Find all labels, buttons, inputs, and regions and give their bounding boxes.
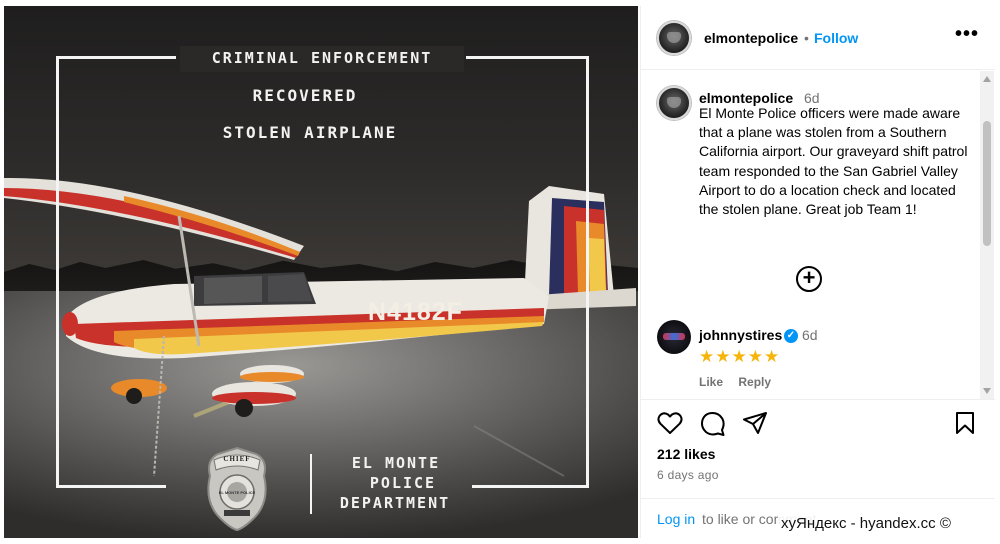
badge-center-text: EL MONTE POLICE: [218, 490, 256, 495]
frame-bottom-right: [472, 485, 589, 488]
like-comment-button[interactable]: Like: [699, 375, 723, 389]
more-options-icon[interactable]: •••: [955, 24, 978, 47]
login-link[interactable]: Log in: [657, 511, 695, 527]
follow-button[interactable]: Follow: [814, 30, 858, 46]
department-line-3: DEPARTMENT: [339, 494, 451, 512]
frame-top-left: [56, 56, 176, 59]
post-actions-bar: [641, 399, 995, 437]
post-timestamp: 6 days ago: [657, 468, 719, 482]
heart-icon[interactable]: [657, 411, 683, 435]
header-separator: •: [804, 30, 809, 46]
frame-bottom-left: [56, 485, 166, 488]
save-bookmark-icon[interactable]: [954, 411, 976, 435]
frame-right: [586, 56, 589, 488]
headline-text: CRIMINAL ENFORCEMENT: [211, 49, 433, 67]
share-icon[interactable]: [742, 411, 768, 435]
caption-author-avatar[interactable]: [657, 86, 691, 120]
author-avatar[interactable]: [657, 21, 691, 55]
load-more-comments-button[interactable]: +: [796, 266, 822, 292]
comments-area: elmontepolice 6d El Monte Police officer…: [641, 71, 995, 399]
caption-text: El Monte Police officers were made aware…: [699, 105, 968, 218]
frame-top-right: [466, 56, 589, 59]
scroll-down-arrow-icon[interactable]: [983, 388, 991, 394]
post-side-panel: elmontepolice • Follow ••• elmontepolice…: [640, 6, 995, 538]
department-line-2: POLICE: [369, 474, 437, 492]
reply-comment-button[interactable]: Reply: [738, 375, 771, 389]
comment-icon[interactable]: [700, 411, 726, 437]
likes-count[interactable]: 212 likes: [657, 446, 715, 462]
badge-divider: [310, 454, 312, 514]
badge-top-text: CHIEF: [223, 455, 251, 463]
scroll-thumb[interactable]: [983, 121, 991, 246]
comment-age: 6d: [802, 327, 818, 343]
commenter-avatar[interactable]: [657, 320, 691, 354]
tail-number: N4182F: [368, 298, 463, 326]
recovered-text: RECOVERED: [252, 86, 358, 105]
stolen-airplane-text: STOLEN AIRPLANE: [222, 123, 398, 142]
comment-actions: Like Reply: [699, 375, 783, 389]
scroll-up-arrow-icon[interactable]: [983, 76, 991, 82]
post-image: CRIMINAL ENFORCEMENT RECOVERED STOLEN AI…: [4, 6, 638, 538]
frame-left: [56, 56, 59, 488]
comments-scrollbar[interactable]: [980, 71, 994, 399]
department-line-1: EL MONTE: [351, 454, 441, 472]
verified-badge-icon: ✓: [784, 329, 798, 343]
comment-text: ★★★★★: [699, 347, 781, 366]
post-header: elmontepolice • Follow •••: [641, 6, 995, 70]
commenter-handle[interactable]: johnnystires: [699, 327, 782, 343]
watermark: хуЯндекс - hyandex.cc ©: [778, 514, 954, 533]
author-handle[interactable]: elmontepolice: [704, 30, 798, 46]
